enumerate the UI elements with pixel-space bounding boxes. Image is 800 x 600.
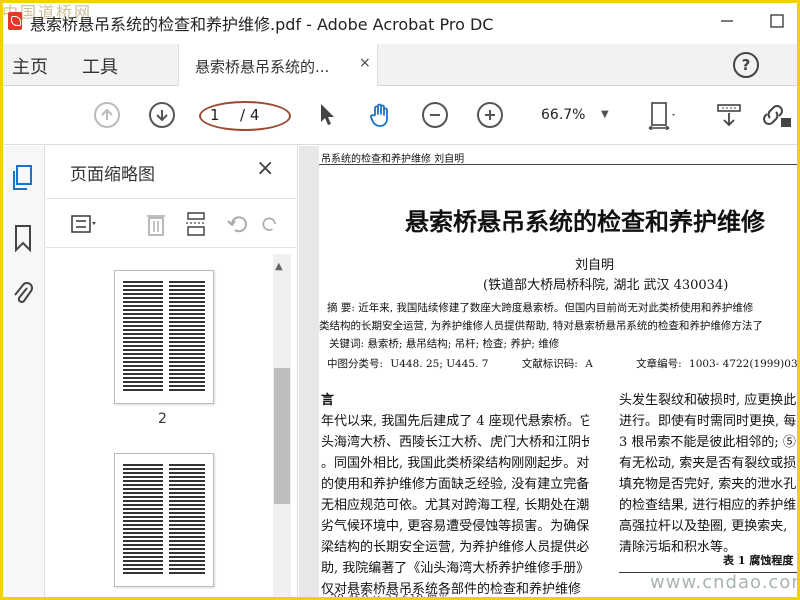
thumbnails-panel: 页面缩略图 × 2 ▲	[46, 146, 298, 600]
thumbnail-label: 2	[158, 411, 167, 427]
main-toolbar: 1 / 4 66.7% ▼	[0, 87, 800, 145]
panel-toolbar	[46, 198, 298, 248]
delete-icon[interactable]	[142, 211, 170, 237]
panel-scrollbar-thumb[interactable]	[274, 368, 290, 504]
panel-title: 页面缩略图	[70, 165, 155, 185]
help-icon[interactable]: ?	[733, 52, 759, 78]
table-title: 表 1 腐蚀程度	[723, 554, 794, 567]
next-page-icon[interactable]	[147, 100, 177, 130]
window-title: 悬索桥悬吊系统的检查和养护维修.pdf - Adobe Acrobat Pro …	[30, 15, 494, 34]
paper-affiliation: (铁道部大桥局桥科院, 湖北 武汉 430034)	[483, 278, 729, 293]
zoom-out-icon[interactable]	[420, 100, 450, 130]
rotate-right-icon[interactable]	[260, 211, 280, 237]
title-bar: 中国道桥网 悬索桥悬吊系统的检查和养护维修.pdf - Adobe Acroba…	[0, 0, 800, 44]
insert-page-icon[interactable]	[182, 211, 210, 237]
zoom-in-icon[interactable]	[475, 100, 505, 130]
scroll-up-icon[interactable]: ▲	[275, 261, 283, 272]
scroll-mode-icon[interactable]	[714, 100, 744, 130]
cls-label: 中图分类号:	[327, 358, 384, 370]
bookmarks-icon[interactable]	[10, 224, 36, 252]
options-menu-icon[interactable]	[70, 211, 98, 237]
paper-author: 刘自明	[575, 258, 615, 273]
document-tab-label: 悬索桥悬吊系统的...	[195, 58, 330, 76]
share-link-icon[interactable]	[762, 100, 792, 130]
article-value: 1003- 4722(1999)03- 00	[689, 358, 800, 370]
page-size-readout: 20.450 × 27.610 厘米	[330, 592, 449, 600]
acrobat-app-icon	[8, 12, 22, 30]
paper-title: 悬索桥悬吊系统的检查和养护维修	[405, 207, 765, 236]
document-view[interactable]: 吊系统的检查和养护维修 刘自明 悬索桥悬吊系统的检查和养护维修 刘自明 (铁道部…	[299, 146, 800, 600]
doccode-value: A	[585, 358, 593, 370]
attachments-icon[interactable]	[10, 280, 36, 308]
hand-tool-icon[interactable]	[366, 100, 396, 130]
page-thumbnails-icon[interactable]	[10, 164, 36, 192]
rotate-left-icon[interactable]	[224, 211, 252, 237]
total-pages: / 4	[240, 106, 260, 124]
current-page-input[interactable]: 1	[210, 106, 220, 124]
left-nav-strip	[0, 146, 45, 600]
running-head: 吊系统的检查和养护维修 刘自明	[321, 154, 465, 165]
article-label: 文章编号:	[636, 358, 682, 370]
fit-page-icon[interactable]	[646, 100, 676, 130]
doccode-label: 文献标识码:	[521, 358, 578, 370]
classification-line: 中图分类号: U448. 25; U445. 7 文献标识码: A 文章编号: …	[327, 356, 800, 371]
abstract-line: 摘 要: 近年来, 我国陆续修建了数座大跨度悬索桥。但国内目前尚无对此类桥使用和…	[327, 302, 754, 314]
maximize-icon[interactable]	[764, 8, 790, 34]
chevron-down-icon[interactable]: ▼	[601, 109, 609, 120]
page-thumbnail[interactable]	[114, 270, 214, 404]
section-heading: 言	[321, 393, 335, 408]
zoom-level[interactable]: 66.7%	[541, 107, 585, 123]
watermark-url: www.cndao.com	[650, 572, 800, 593]
tab-close-icon[interactable]: ×	[359, 55, 371, 71]
menu-tools[interactable]: 工具	[82, 53, 118, 79]
page-thumbnail[interactable]	[114, 453, 214, 587]
tab-bar: 主页 工具 悬索桥悬吊系统的... × ?	[0, 44, 800, 86]
select-tool-icon[interactable]	[312, 100, 342, 130]
document-tab[interactable]: 悬索桥悬吊系统的... ×	[178, 44, 378, 86]
menu-home[interactable]: 主页	[12, 53, 48, 79]
pdf-page: 吊系统的检查和养护维修 刘自明 悬索桥悬吊系统的检查和养护维修 刘自明 (铁道部…	[319, 146, 800, 600]
close-panel-icon[interactable]: ×	[256, 156, 274, 181]
minimize-icon[interactable]	[714, 8, 740, 34]
prev-page-icon[interactable]	[92, 100, 122, 130]
left-column: 言 年代以来, 我国先后建成了 4 座现代悬索桥。它 头海湾大桥、西陵长江大桥、…	[321, 390, 589, 600]
right-column: 头发生裂纹和破损时, 应更换此 进行。即使有时需同时更换, 每次 3 根吊索不能…	[619, 393, 800, 555]
cls-value: U448. 25; U445. 7	[390, 358, 489, 370]
abstract-line: 类结构的长期安全运营, 为养护维修人员提供帮助, 特对悬索桥悬吊系统的检查和养护…	[319, 320, 763, 332]
keywords-line: 关键词: 悬索桥; 悬吊结构; 吊杆; 检查; 养护; 维修	[329, 338, 560, 350]
